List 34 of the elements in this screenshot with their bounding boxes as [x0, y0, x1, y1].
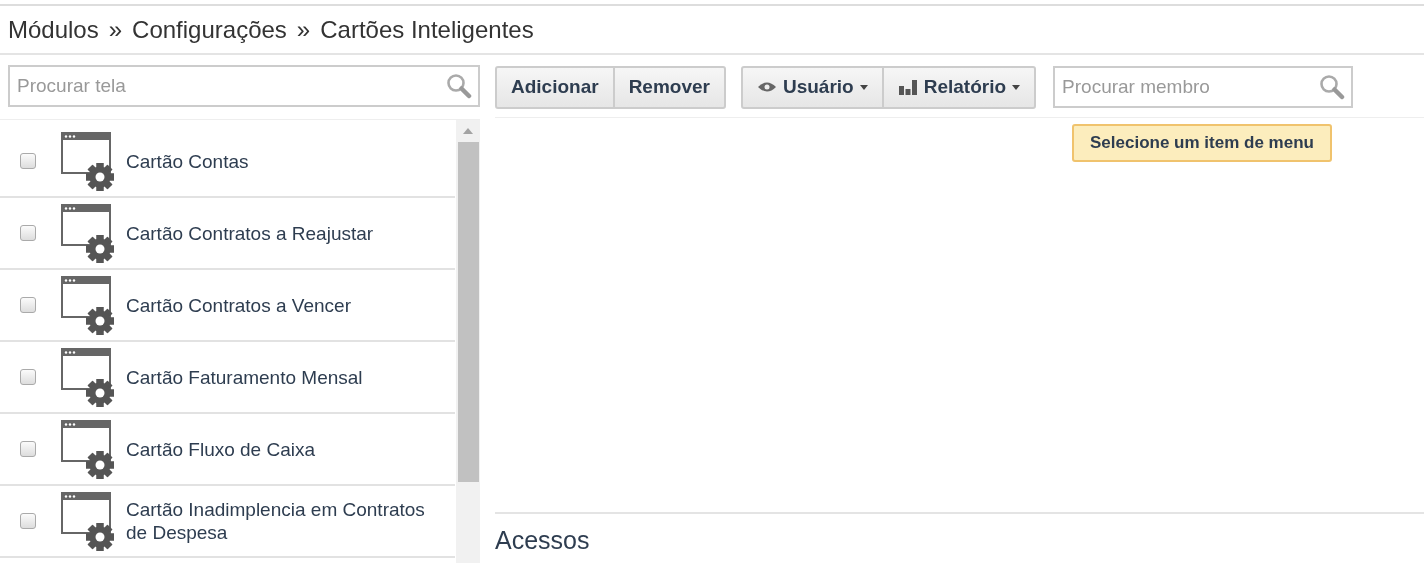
- member-search-field[interactable]: Procurar membro: [1053, 66, 1354, 108]
- checkbox[interactable]: [20, 225, 36, 241]
- breadcrumb-item: Cartões Inteligentes: [320, 15, 534, 44]
- screen-label[interactable]: Cartão Fluxo de Caixa: [126, 437, 316, 461]
- screen-label[interactable]: Cartão Contas: [126, 149, 249, 173]
- toolbar-button[interactable]: Remover: [612, 65, 726, 109]
- checkbox[interactable]: [20, 513, 36, 529]
- breadcrumb-item[interactable]: Módulos: [8, 15, 99, 44]
- screen-search-field[interactable]: Procurar tela: [8, 65, 480, 107]
- toolbar-button[interactable]: Adicionar: [495, 65, 615, 109]
- caret-icon: [859, 84, 868, 90]
- breadcrumb-separator: »: [108, 15, 123, 44]
- notice-message: Selecione um item de menu: [1072, 124, 1332, 162]
- checkbox[interactable]: [20, 297, 36, 313]
- breadcrumb-item[interactable]: Configurações: [132, 15, 287, 44]
- dropdown-button[interactable]: Usuário: [740, 65, 884, 109]
- checkbox[interactable]: [20, 153, 36, 169]
- bar-chart-icon: [897, 79, 918, 95]
- eye-icon: [756, 81, 777, 93]
- search-icon: [446, 73, 472, 99]
- screen-label[interactable]: Cartão Contratos a Vencer: [126, 293, 351, 317]
- scrollbar-thumb[interactable]: [457, 142, 479, 482]
- breadcrumb-separator: »: [296, 15, 311, 44]
- caret-icon: [1012, 84, 1021, 90]
- screen-label[interactable]: Cartão Inadimplencia em Contratos de Despesa: [126, 498, 446, 544]
- screen-label[interactable]: Cartão Faturamento Mensal: [126, 365, 363, 389]
- search-icon: [1319, 74, 1346, 100]
- scrollbar[interactable]: [456, 120, 480, 563]
- checkbox[interactable]: [20, 369, 36, 385]
- section-title: Acessos: [495, 526, 590, 555]
- dropdown-button[interactable]: Relatório: [881, 65, 1037, 109]
- screen-label[interactable]: Cartão Contratos a Reajustar: [126, 221, 374, 245]
- checkbox[interactable]: [20, 441, 36, 457]
- scroll-up-icon: [463, 128, 473, 134]
